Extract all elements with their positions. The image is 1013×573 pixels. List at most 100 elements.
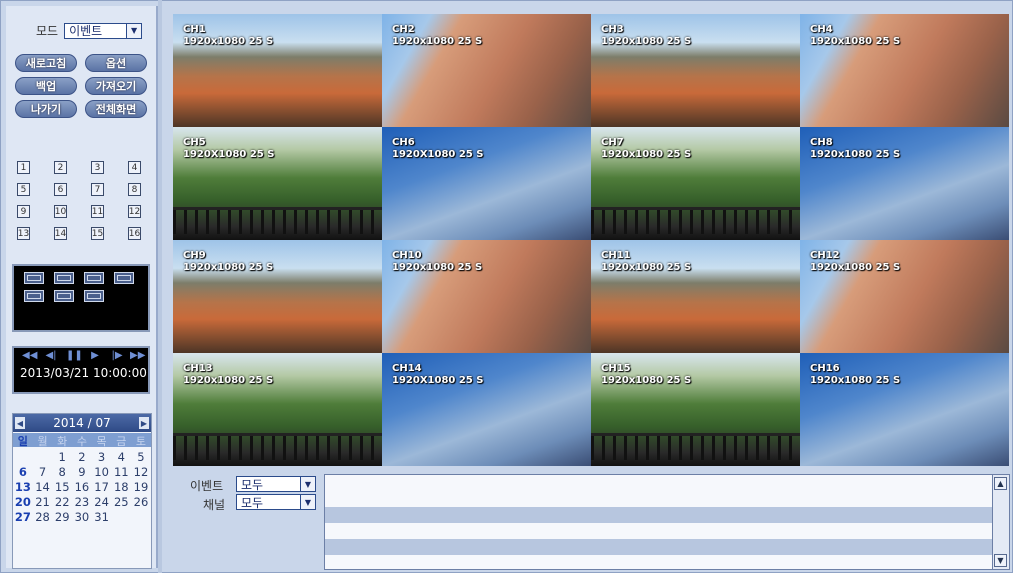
calendar-day[interactable]: 21 xyxy=(33,495,53,510)
channel-button-11[interactable]: 11 xyxy=(91,205,104,218)
calendar-day[interactable]: 25 xyxy=(111,495,131,510)
channel-button-10[interactable]: 10 xyxy=(54,205,67,218)
channel-button-7[interactable]: 7 xyxy=(91,183,104,196)
calendar-day[interactable]: 2 xyxy=(72,450,92,465)
layout-16-icon[interactable] xyxy=(84,290,104,302)
calendar-day[interactable]: 3 xyxy=(92,450,112,465)
channel-button-16[interactable]: 16 xyxy=(128,227,141,240)
mode-select[interactable]: 이벤트 ▼ xyxy=(64,22,143,39)
calendar-day[interactable]: 17 xyxy=(92,480,112,495)
calendar-day[interactable]: 16 xyxy=(72,480,92,495)
camera-tile-5[interactable]: CH5 1920X1080 25 S xyxy=(173,127,382,240)
list-item[interactable] xyxy=(325,507,993,523)
calendar-day[interactable]: 4 xyxy=(111,450,131,465)
rewind-fast-icon[interactable]: ◀◀ xyxy=(22,351,37,361)
camera-tile-3[interactable]: CH3 1920x1080 25 S xyxy=(591,14,800,127)
layout-9-icon[interactable] xyxy=(24,290,44,302)
calendar-day[interactable]: 15 xyxy=(52,480,72,495)
channel-button-12[interactable]: 12 xyxy=(128,205,141,218)
calendar-day[interactable]: 7 xyxy=(33,465,53,480)
mode-label: 모드 xyxy=(36,24,59,38)
camera-tile-4[interactable]: CH4 1920x1080 25 S xyxy=(800,14,1009,127)
scroll-down-icon[interactable]: ▼ xyxy=(994,554,1007,567)
camera-tile-2[interactable]: CH2 1920x1080 25 S xyxy=(382,14,591,127)
weekday-label: 일 xyxy=(17,435,28,448)
layout-6-icon[interactable] xyxy=(84,272,104,284)
calendar-day[interactable]: 9 xyxy=(72,465,92,480)
chevron-down-icon[interactable]: ▼ xyxy=(126,23,142,38)
calendar-day[interactable]: 10 xyxy=(92,465,112,480)
calendar-day[interactable]: 8 xyxy=(52,465,72,480)
channel-button-13[interactable]: 13 xyxy=(17,227,30,240)
calendar-day[interactable]: 31 xyxy=(92,510,112,525)
camera-tile-13[interactable]: CH13 1920x1080 25 S xyxy=(173,353,382,466)
calendar-day[interactable]: 22 xyxy=(52,495,72,510)
calendar-day[interactable]: 13 xyxy=(13,480,33,495)
step-forward-icon[interactable]: |▶ xyxy=(110,351,124,361)
calendar-day[interactable]: 19 xyxy=(131,480,151,495)
calendar-day[interactable]: 24 xyxy=(92,495,112,510)
calendar-day[interactable]: 14 xyxy=(33,480,53,495)
channel-button-6[interactable]: 6 xyxy=(54,183,67,196)
camera-tile-15[interactable]: CH15 1920x1080 25 S xyxy=(591,353,800,466)
calendar-day[interactable]: 23 xyxy=(72,495,92,510)
calendar-day[interactable]: 26 xyxy=(131,495,151,510)
layout-4-icon[interactable] xyxy=(54,272,74,284)
channel-button-5[interactable]: 5 xyxy=(17,183,30,196)
layout-1-icon[interactable] xyxy=(24,272,44,284)
scroll-up-icon[interactable]: ▲ xyxy=(994,477,1007,490)
prev-month-icon[interactable]: ◀ xyxy=(15,417,25,429)
event-filter-select[interactable]: 모두 ▼ xyxy=(236,476,316,492)
channel-button-14[interactable]: 14 xyxy=(54,227,67,240)
calendar-day[interactable]: 11 xyxy=(111,465,131,480)
camera-tile-14[interactable]: CH14 1920X1080 25 S xyxy=(382,353,591,466)
calendar-day[interactable]: 27 xyxy=(13,510,33,525)
channel-button-8[interactable]: 8 xyxy=(128,183,141,196)
layout-13-icon[interactable] xyxy=(54,290,74,302)
camera-tile-7[interactable]: CH7 1920x1080 25 S xyxy=(591,127,800,240)
calendar-day[interactable]: 29 xyxy=(52,510,72,525)
camera-tile-8[interactable]: CH8 1920x1080 25 S xyxy=(800,127,1009,240)
log-scrollbar[interactable]: ▲ ▼ xyxy=(992,475,1009,569)
calendar-day[interactable]: 28 xyxy=(33,510,53,525)
step-back-icon[interactable]: ◀| xyxy=(44,351,58,361)
options-button[interactable]: 옵션 xyxy=(85,54,147,72)
calendar-day[interactable]: 5 xyxy=(131,450,151,465)
channel-resolution: 1920x1080 25 S xyxy=(392,36,483,47)
camera-tile-16[interactable]: CH16 1920x1080 25 S xyxy=(800,353,1009,466)
event-log-list[interactable]: ▲ ▼ xyxy=(324,474,1010,570)
camera-tile-1[interactable]: CH1 1920x1080 25 S xyxy=(173,14,382,127)
camera-tile-12[interactable]: CH12 1920x1080 25 S xyxy=(800,240,1009,353)
import-button[interactable]: 가져오기 xyxy=(85,77,147,95)
calendar-day[interactable]: 1 xyxy=(52,450,72,465)
channel-button-2[interactable]: 2 xyxy=(54,161,67,174)
camera-tile-10[interactable]: CH10 1920x1080 25 S xyxy=(382,240,591,353)
calendar-day[interactable]: 20 xyxy=(13,495,33,510)
backup-button[interactable]: 백업 xyxy=(15,77,77,95)
layout-8-icon[interactable] xyxy=(114,272,134,284)
chevron-down-icon[interactable]: ▼ xyxy=(300,477,315,491)
list-item[interactable] xyxy=(325,539,993,555)
channel-button-3[interactable]: 3 xyxy=(91,161,104,174)
pause-icon[interactable]: ❚❚ xyxy=(66,351,83,361)
channel-button-9[interactable]: 9 xyxy=(17,205,30,218)
channel-button-15[interactable]: 15 xyxy=(91,227,104,240)
refresh-button[interactable]: 새로고침 xyxy=(15,54,77,72)
next-month-icon[interactable]: ▶ xyxy=(139,417,149,429)
calendar-day[interactable]: 12 xyxy=(131,465,151,480)
chevron-down-icon[interactable]: ▼ xyxy=(300,495,315,509)
channel-button-4[interactable]: 4 xyxy=(128,161,141,174)
camera-tile-9[interactable]: CH9 1920x1080 25 S xyxy=(173,240,382,353)
calendar-day[interactable]: 30 xyxy=(72,510,92,525)
camera-tile-11[interactable]: CH11 1920x1080 25 S xyxy=(591,240,800,353)
play-icon[interactable]: ▶ xyxy=(88,351,102,361)
channel-button-1[interactable]: 1 xyxy=(17,161,30,174)
calendar-day[interactable]: 18 xyxy=(111,480,131,495)
channel-filter-select[interactable]: 모두 ▼ xyxy=(236,494,316,510)
fast-forward-icon[interactable]: ▶▶ xyxy=(130,351,145,361)
exit-button[interactable]: 나가기 xyxy=(15,100,77,118)
fullscreen-button[interactable]: 전체화면 xyxy=(85,100,147,118)
calendar-day[interactable]: 6 xyxy=(13,465,33,480)
channel-resolution: 1920X1080 25 S xyxy=(183,149,275,160)
camera-tile-6[interactable]: CH6 1920X1080 25 S xyxy=(382,127,591,240)
